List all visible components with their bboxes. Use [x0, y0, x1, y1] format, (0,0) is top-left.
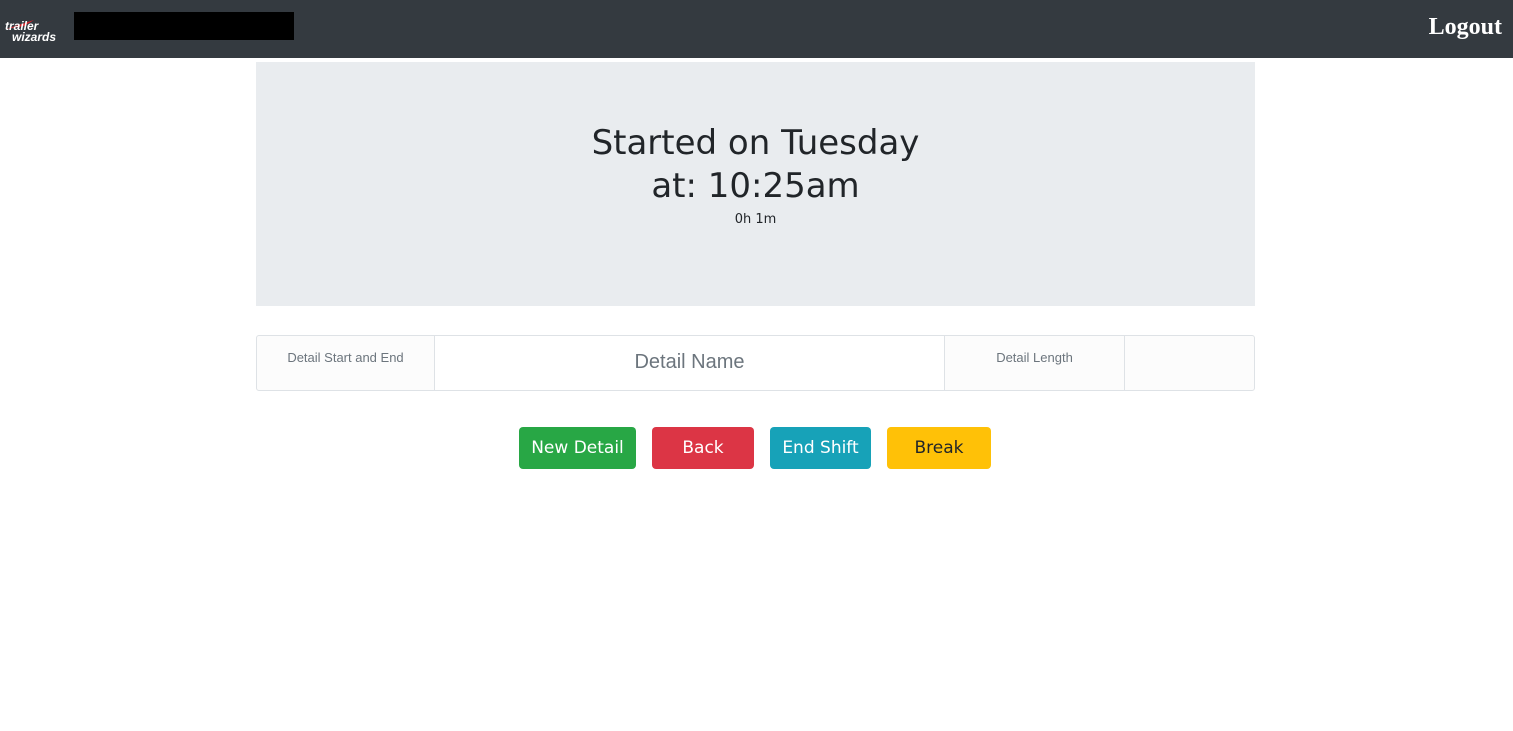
column-header-actions	[1125, 336, 1254, 390]
back-button[interactable]: Back	[652, 427, 754, 469]
trailer-wizards-logo[interactable]: trailer wizards	[4, 14, 64, 44]
svg-text:wizards: wizards	[12, 30, 56, 44]
break-button[interactable]: Break	[887, 427, 991, 469]
detail-table-header: Detail Start and End Detail Name Detail …	[256, 335, 1255, 391]
shift-action-buttons: New Detail Back End Shift Break	[519, 427, 991, 469]
shift-summary-text: Started on Tuesday at: 10:25am 0h 1m	[256, 122, 1255, 231]
top-navbar: trailer wizards Logout	[0, 0, 1513, 58]
end-shift-button[interactable]: End Shift	[770, 427, 871, 469]
shift-started-day: Started on Tuesday	[591, 123, 920, 163]
shift-duration: 0h 1m	[734, 212, 777, 227]
column-header-detail-name: Detail Name	[435, 336, 945, 390]
logout-link[interactable]: Logout	[1429, 11, 1502, 43]
column-header-detail-length: Detail Length	[945, 336, 1125, 390]
shift-summary-panel: Started on Tuesday at: 10:25am 0h 1m	[256, 62, 1255, 306]
redacted-user-block	[74, 12, 294, 40]
new-detail-button[interactable]: New Detail	[519, 427, 636, 469]
shift-started-time: at: 10:25am	[651, 166, 860, 206]
column-header-start-end: Detail Start and End	[257, 336, 435, 390]
